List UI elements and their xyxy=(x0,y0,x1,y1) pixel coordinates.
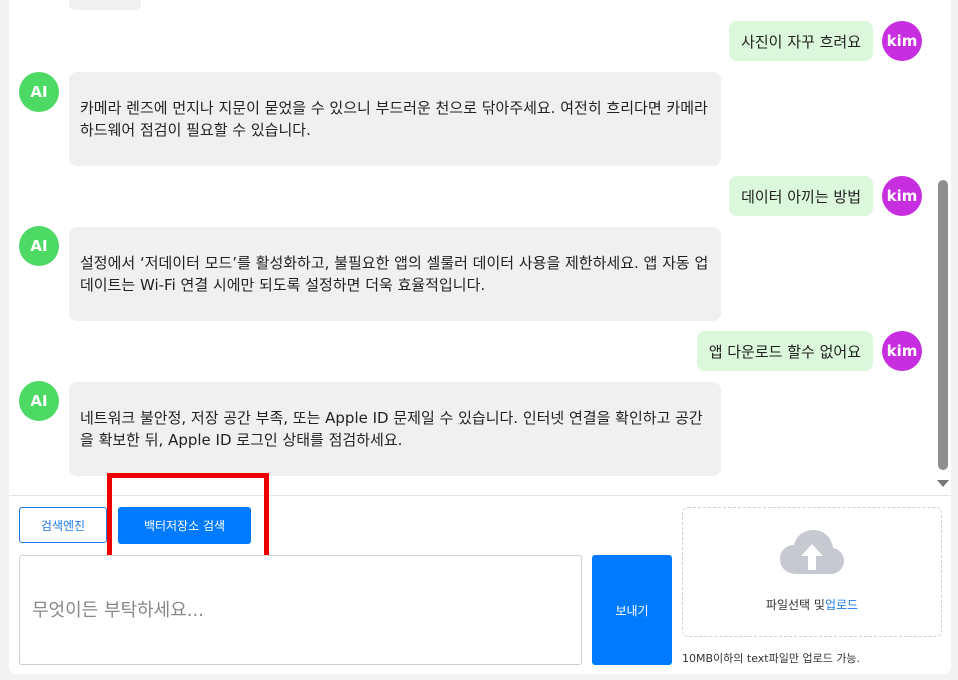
user-message-bubble: 데이터 아끼는 방법 xyxy=(729,176,873,216)
chat-panel: 사진이 자꾸 흐려요 kim AI 카메라 렌즈에 먼지나 지문이 묻었을 수 … xyxy=(9,0,951,674)
ai-avatar: AI xyxy=(19,72,59,112)
upload-note: 10MB이하의 text파일만 업로드 가능. xyxy=(682,652,861,665)
send-button[interactable]: 보내기 xyxy=(592,555,672,665)
upload-label: 파일선택 및업로드 xyxy=(683,596,941,613)
search-engine-button[interactable]: 검색엔진 xyxy=(19,507,107,543)
cloud-upload-icon xyxy=(780,530,844,574)
ai-message-bubble: 설정에서 ‘저데이터 모드’를 활성화하고, 불필요한 앱의 셀룰러 데이터 사… xyxy=(69,227,721,321)
user-message-bubble: 사진이 자꾸 흐려요 xyxy=(729,21,873,61)
user-avatar: kim xyxy=(882,331,922,371)
scrollbar-thumb[interactable] xyxy=(938,180,948,470)
upload-label-prefix: 파일선택 및 xyxy=(765,598,825,612)
chat-history: 사진이 자꾸 흐려요 kim AI 카메라 렌즈에 먼지나 지문이 묻었을 수 … xyxy=(9,0,951,495)
file-upload-dropzone[interactable]: 파일선택 및업로드 xyxy=(682,507,942,637)
ai-message-bubble: 네트워크 불안정, 저장 공간 부족, 또는 Apple ID 문제일 수 있습… xyxy=(69,382,721,476)
chat-scrollbar[interactable] xyxy=(934,0,951,495)
user-message-bubble: 앱 다운로드 할수 없어요 xyxy=(696,331,873,371)
ai-avatar: AI xyxy=(19,381,59,421)
ai-message-bubble: 카메라 렌즈에 먼지나 지문이 묻었을 수 있으니 부드러운 천으로 닦아주세요… xyxy=(69,72,721,166)
user-avatar: kim xyxy=(882,176,922,216)
ai-avatar: AI xyxy=(19,226,59,266)
scroll-down-arrow-icon[interactable] xyxy=(937,480,949,487)
prompt-input[interactable]: 무엇이든 부탁하세요... xyxy=(19,555,582,665)
previous-ai-bubble xyxy=(69,0,141,10)
user-avatar: kim xyxy=(882,21,922,61)
upload-link[interactable]: 업로드 xyxy=(825,598,858,612)
